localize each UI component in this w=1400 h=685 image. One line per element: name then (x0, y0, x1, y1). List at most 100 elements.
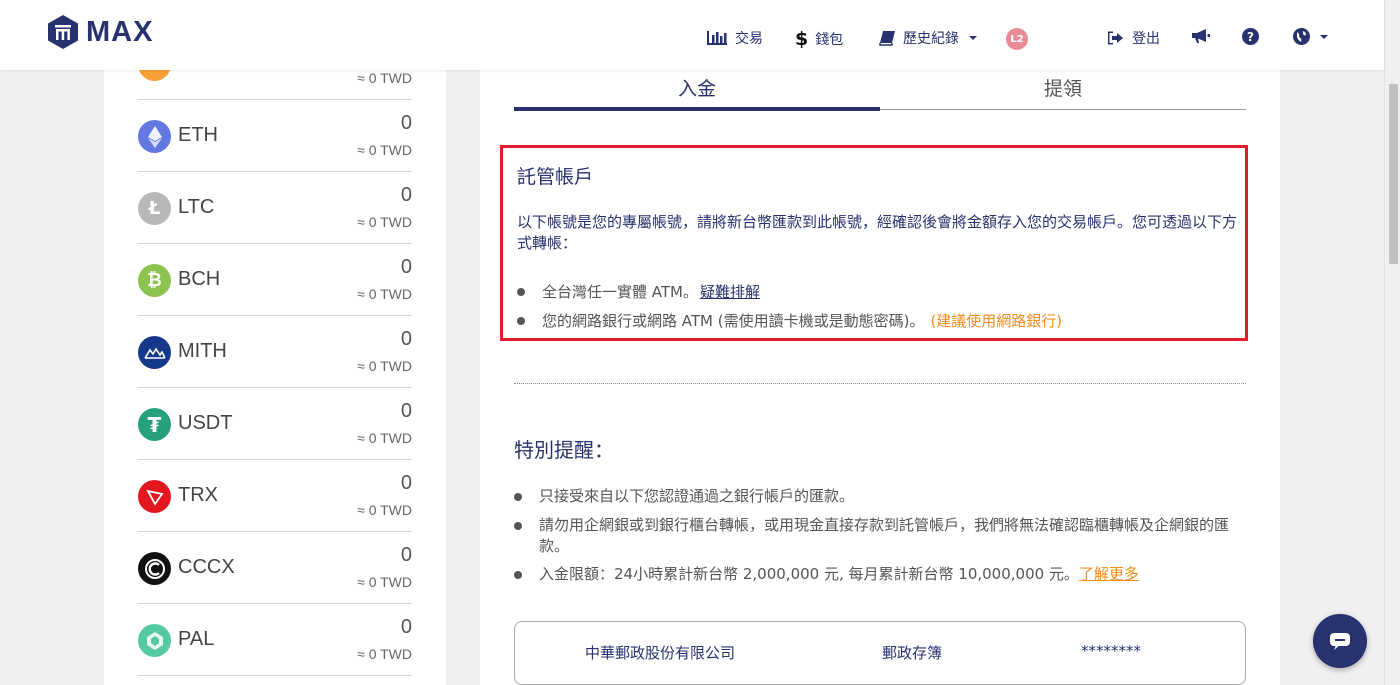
brand-name: MAX (86, 15, 154, 48)
chat-icon (1330, 633, 1350, 650)
learn-more-link[interactable]: 了解更多 (1079, 564, 1139, 585)
chevron-down-icon (1320, 34, 1328, 39)
nav-logout-label: 登出 (1132, 31, 1160, 47)
method-online-text: 您的網路銀行或網路 ATM (需使用讀卡機或是動態密碼)。 (542, 312, 925, 330)
reminder-item-limit: 入金限額：24小時累計新台幣 2,000,000 元, 每月累計新台幣 10,0… (514, 564, 1248, 585)
coin-amount: 0 (400, 544, 412, 566)
svg-text:?: ? (1247, 30, 1254, 44)
mith-icon (138, 336, 171, 369)
coin-twd-value: ≈ 0 TWD (357, 70, 412, 86)
bank-name: 中華郵政股份有限公司 (585, 644, 736, 662)
coin-twd-value: ≈ 0 TWD (357, 574, 412, 590)
nav-history-label: 歷史紀錄 (903, 31, 959, 47)
troubleshoot-link[interactable]: 疑難排解 (700, 281, 760, 302)
coin-twd-value: ≈ 0 TWD (357, 142, 412, 158)
nav-logout[interactable]: 登出 (1107, 28, 1160, 48)
megaphone-icon (1192, 29, 1210, 43)
deposit-panel: 入金 提領 託管帳戶 以下帳號是您的專屬帳號，請將新台幣匯款到此帳號，經確認後會… (480, 70, 1280, 685)
coin-row-cccx[interactable]: CCCX 0 ≈ 0 TWD (138, 532, 412, 604)
reminder-item: 只接受來自以下您認證通過之銀行帳戶的匯款。 (514, 486, 1248, 507)
deposit-limit-text: 入金限額：24小時累計新台幣 2,000,000 元, 每月累計新台幣 10,0… (539, 565, 1079, 583)
bank-account-number: ******** (1081, 642, 1141, 660)
coin-amount: 0 (400, 328, 412, 350)
sign-out-icon (1108, 31, 1123, 45)
partial-coin-icon (138, 70, 171, 81)
chevron-down-icon (969, 36, 977, 40)
bullet-icon (514, 493, 522, 501)
nav-wallet-label: 錢包 (815, 32, 844, 48)
section-divider (514, 383, 1246, 384)
bullet-icon (517, 287, 525, 296)
coin-row-trx[interactable]: TRX 0 ≈ 0 TWD (138, 460, 412, 532)
coin-row-bch[interactable]: ₿ BCH 0 ≈ 0 TWD (138, 244, 412, 316)
bch-icon: ₿ (138, 264, 171, 297)
kyc-level-badge[interactable]: L2 (1006, 28, 1028, 50)
coin-name: CCCX (178, 556, 235, 578)
coin-row-pal[interactable]: PAL 0 ≈ 0 TWD (138, 604, 412, 676)
nav-wallet[interactable]: $ 錢包 (795, 28, 843, 50)
dollar-icon: $ (795, 28, 809, 50)
coin-twd-value: ≈ 0 TWD (357, 286, 412, 302)
reminder-text: 只接受來自以下您認證通過之銀行帳戶的匯款。 (539, 487, 855, 505)
language-selector[interactable] (1293, 28, 1328, 45)
coin-name: MITH (178, 340, 227, 362)
question-circle-icon: ? (1242, 28, 1259, 45)
page-scrollbar[interactable] (1384, 0, 1400, 685)
reminder-title: 特別提醒： (514, 438, 614, 462)
coin-name: TRX (178, 484, 218, 506)
coin-row-mith[interactable]: MITH 0 ≈ 0 TWD (138, 316, 412, 388)
coin-amount: 0 (400, 400, 412, 422)
support-chat-button[interactable] (1313, 614, 1367, 668)
tab-withdraw[interactable]: 提領 (880, 74, 1246, 101)
coin-row[interactable]: ≈ 0 TWD (138, 70, 412, 100)
coin-row-ltc[interactable]: Ł LTC 0 ≈ 0 TWD (138, 172, 412, 244)
book-icon (879, 31, 895, 46)
ltc-icon: Ł (138, 192, 171, 225)
globe-icon (1293, 28, 1310, 45)
top-navbar: MAX 交易 $ 錢包 歷史紀錄 L2 登出 ? (0, 0, 1384, 70)
help-button[interactable]: ? (1242, 28, 1259, 45)
coin-twd-value: ≈ 0 TWD (357, 430, 412, 446)
reminder-item: 請勿用企網銀或到銀行櫃台轉帳，或用現金直接存款到託管帳戶，我們將無法確認臨櫃轉帳… (514, 515, 1248, 557)
coin-name: BCH (178, 268, 221, 290)
coin-name: USDT (178, 412, 233, 434)
max-logo-icon (48, 15, 78, 49)
nav-trade-label: 交易 (735, 31, 763, 47)
bar-chart-icon (707, 31, 727, 45)
coin-row-eth[interactable]: ETH 0 ≈ 0 TWD (138, 100, 412, 172)
coin-amount: 0 (400, 112, 412, 134)
trust-account-description: 以下帳號是您的專屬帳號，請將新台幣匯款到此帳號，經確認後會將金額存入您的交易帳戶… (517, 213, 1238, 252)
wallet-coin-list: ≈ 0 TWD ETH 0 ≈ 0 TWD Ł LTC 0 ≈ 0 TWD ₿ … (104, 70, 446, 685)
eth-icon (138, 120, 171, 153)
bank-branch: 郵政存簿 (882, 644, 943, 662)
coin-amount: 0 (400, 616, 412, 638)
coin-twd-value: ≈ 0 TWD (357, 214, 412, 230)
coin-row-usdt[interactable]: ₮ USDT 0 ≈ 0 TWD (138, 388, 412, 460)
tab-deposit[interactable]: 入金 (514, 74, 880, 101)
coin-name: ETH (178, 124, 218, 146)
coin-twd-value: ≈ 0 TWD (357, 646, 412, 662)
nav-history[interactable]: 歷史紀錄 (879, 28, 977, 48)
coin-twd-value: ≈ 0 TWD (357, 502, 412, 518)
active-tab-indicator (514, 107, 880, 111)
transfer-method-online: 您的網路銀行或網路 ATM (需使用讀卡機或是動態密碼)。 (建議使用網路銀行) (517, 310, 1062, 331)
trust-account-title: 託管帳戶 (517, 166, 594, 188)
brand-logo[interactable]: MAX (46, 14, 153, 50)
cccx-icon (138, 552, 171, 585)
announcements-button[interactable] (1191, 28, 1211, 44)
scrollbar-thumb[interactable] (1389, 84, 1398, 264)
pal-icon (138, 624, 171, 657)
coin-amount: 0 (400, 184, 412, 206)
reminder-text: 請勿用企網銀或到銀行櫃台轉帳，或用現金直接存款到託管帳戶，我們將無法確認臨櫃轉帳… (539, 516, 1230, 555)
coin-name: LTC (178, 196, 215, 218)
nav-trade[interactable]: 交易 (706, 28, 763, 48)
method-atm-text: 全台灣任一實體 ATM。 (542, 283, 698, 301)
trust-account-box: 託管帳戶 以下帳號是您的專屬帳號，請將新台幣匯款到此帳號，經確認後會將金額存入您… (500, 145, 1248, 341)
coin-twd-value: ≈ 0 TWD (357, 358, 412, 374)
bullet-icon (514, 522, 522, 530)
coin-amount: 0 (400, 472, 412, 494)
bullet-icon (517, 316, 525, 325)
deposit-withdraw-tabs: 入金 提領 (514, 70, 1246, 111)
bullet-icon (514, 571, 522, 579)
coin-name: PAL (178, 628, 215, 650)
